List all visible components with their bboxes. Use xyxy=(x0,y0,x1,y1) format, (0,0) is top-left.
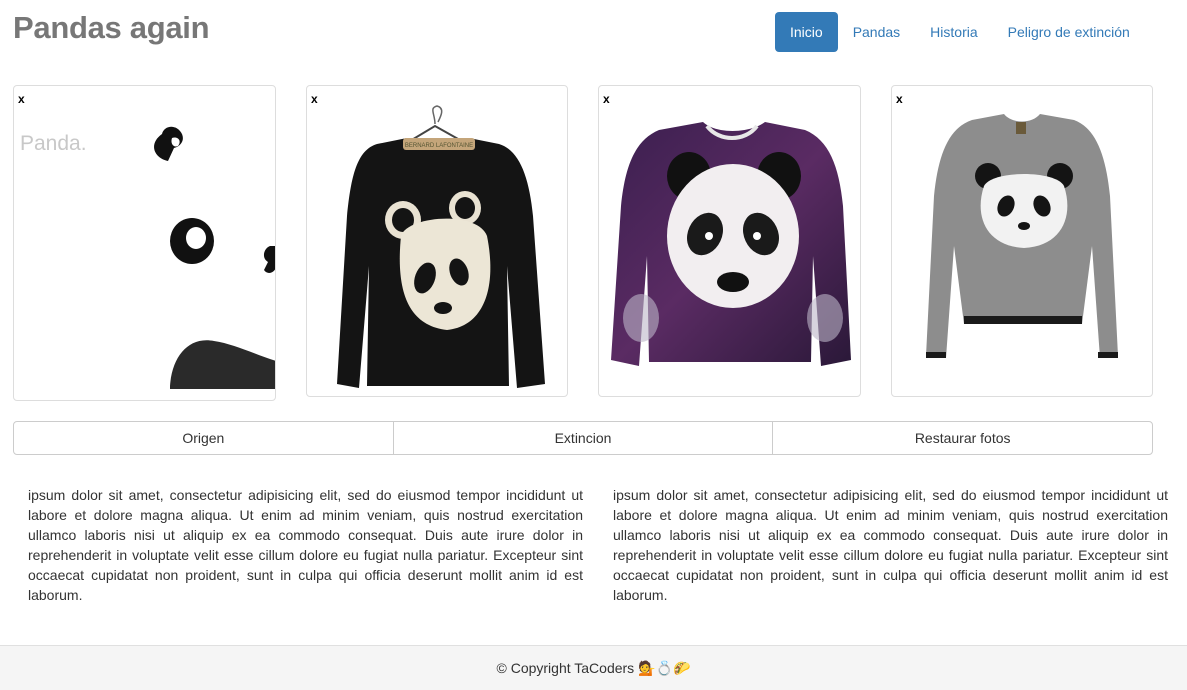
page-footer: © Copyright TaCoders 💁💍🌮 xyxy=(0,645,1187,690)
content-paragraph-left: ipsum dolor sit amet, consectetur adipis… xyxy=(28,487,583,603)
photo-card-2: BERNARD LAFONTAINE x xyxy=(306,85,568,397)
nav-pandas[interactable]: Pandas xyxy=(838,12,915,52)
main-nav: Inicio Pandas Historia Peligro de extinc… xyxy=(775,12,1145,52)
footer-emoji-icons: 💁💍🌮 xyxy=(638,659,691,676)
nav-historia[interactable]: Historia xyxy=(915,12,992,52)
action-button-group: Origen Extincion Restaurar fotos xyxy=(13,421,1154,455)
copyright-text: © Copyright TaCoders xyxy=(496,660,635,676)
photo-card-1: Panda. x xyxy=(13,85,276,401)
restaurar-fotos-button[interactable]: Restaurar fotos xyxy=(772,421,1154,455)
grey-panda-sweater-image xyxy=(926,114,1118,358)
panda-logo-text: Panda. xyxy=(20,132,87,155)
close-photo-4-button[interactable]: x xyxy=(896,93,903,105)
content-paragraph-right: ipsum dolor sit amet, consectetur adipis… xyxy=(613,487,1168,603)
panda-logo-image: Panda. xyxy=(20,126,275,389)
nav-peligro-extincion[interactable]: Peligro de extinción xyxy=(993,12,1145,52)
site-title: Pandas again xyxy=(13,10,210,45)
galaxy-panda-sweater-image xyxy=(611,122,851,366)
close-photo-3-button[interactable]: x xyxy=(603,93,610,105)
close-photo-2-button[interactable]: x xyxy=(311,93,318,105)
hanger-label-text: BERNARD LAFONTAINE xyxy=(405,143,473,149)
photo-card-3: x xyxy=(598,85,861,397)
extincion-button[interactable]: Extincion xyxy=(392,421,774,455)
black-panda-sweater-image: BERNARD LAFONTAINE xyxy=(337,105,545,388)
origen-button[interactable]: Origen xyxy=(13,421,394,455)
photo-card-4: x xyxy=(891,85,1153,397)
close-photo-1-button[interactable]: x xyxy=(18,93,25,105)
nav-inicio[interactable]: Inicio xyxy=(775,12,838,52)
